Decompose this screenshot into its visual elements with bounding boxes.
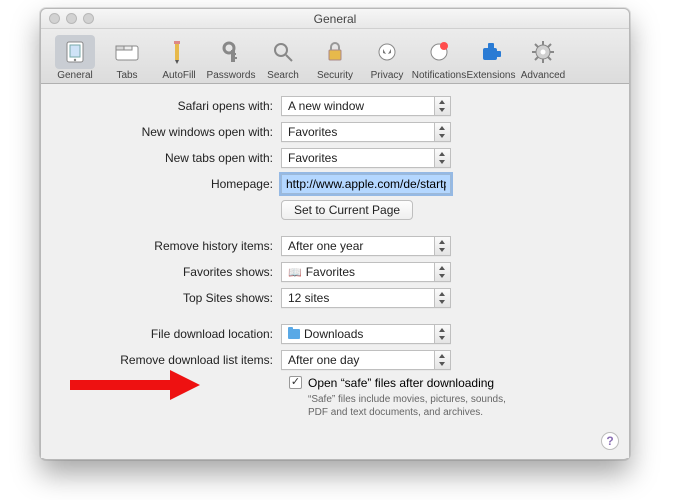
titlebar: General [41, 9, 629, 29]
toolbar-search-tab[interactable]: Search [257, 33, 309, 81]
toolbar-extensions-tab[interactable]: Extensions [465, 33, 517, 81]
window-controls[interactable] [49, 13, 94, 24]
toolbar-label: AutoFill [162, 70, 195, 81]
preferences-window: General General Tabs AutoFill Passwords Sear… [40, 8, 630, 460]
label-new-tabs: New tabs open with: [61, 151, 281, 165]
toolbar-advanced-tab[interactable]: Advanced [517, 33, 569, 81]
close-icon[interactable] [49, 13, 60, 24]
advanced-icon [523, 35, 563, 69]
toolbar-passwords-tab[interactable]: Passwords [205, 33, 257, 81]
label-new-windows: New windows open with: [61, 125, 281, 139]
select-download-list[interactable]: After one day [281, 350, 451, 370]
passwords-icon [211, 35, 251, 69]
select-remove-history[interactable]: After one year [281, 236, 451, 256]
select-top-sites[interactable]: 12 sites [281, 288, 451, 308]
chevron-updown-icon [434, 97, 450, 115]
notifications-icon [419, 35, 459, 69]
content: Safari opens with: A new window New wind… [41, 84, 629, 458]
toolbar-security-tab[interactable]: Security [309, 33, 361, 81]
chevron-updown-icon [434, 123, 450, 141]
privacy-icon [367, 35, 407, 69]
tabs-icon [107, 35, 147, 69]
open-safe-files-description: “Safe” files include movies, pictures, s… [308, 393, 518, 419]
search-icon [263, 35, 303, 69]
toolbar-label: Extensions [467, 70, 516, 81]
toolbar-label: Passwords [207, 70, 256, 81]
extensions-icon [471, 35, 511, 69]
security-icon [315, 35, 355, 69]
open-safe-files-checkbox[interactable] [289, 376, 302, 389]
general-icon [55, 35, 95, 69]
zoom-icon[interactable] [83, 13, 94, 24]
toolbar-privacy-tab[interactable]: Privacy [361, 33, 413, 81]
label-top-sites: Top Sites shows: [61, 291, 281, 305]
select-new-tabs[interactable]: Favorites [281, 148, 451, 168]
autofill-icon [159, 35, 199, 69]
toolbar-label: Search [267, 70, 299, 81]
homepage-input[interactable] [281, 174, 451, 194]
chevron-updown-icon [434, 237, 450, 255]
set-current-page-button[interactable]: Set to Current Page [281, 200, 413, 220]
chevron-updown-icon [434, 351, 450, 369]
toolbar-label: Notifications [412, 70, 466, 81]
open-safe-files-label: Open “safe” files after downloading [308, 376, 518, 390]
toolbar-tabs-tab[interactable]: Tabs [101, 33, 153, 81]
toolbar-label: General [57, 70, 93, 81]
chevron-updown-icon [434, 263, 450, 281]
select-download-location[interactable]: Downloads [281, 324, 451, 344]
folder-icon [288, 329, 300, 339]
toolbar-label: Privacy [371, 70, 404, 81]
toolbar-label: Security [317, 70, 353, 81]
toolbar-autofill-tab[interactable]: AutoFill [153, 33, 205, 81]
label-download-location: File download location: [61, 327, 281, 341]
select-new-windows[interactable]: Favorites [281, 122, 451, 142]
label-homepage: Homepage: [61, 177, 281, 191]
toolbar-general-tab[interactable]: General [49, 33, 101, 81]
label-download-list: Remove download list items: [61, 353, 281, 367]
minimize-icon[interactable] [66, 13, 77, 24]
label-remove-history: Remove history items: [61, 239, 281, 253]
chevron-updown-icon [434, 325, 450, 343]
toolbar: General Tabs AutoFill Passwords Search Securi… [41, 29, 629, 84]
book-icon: 📖 [288, 266, 302, 279]
toolbar-label: Advanced [521, 70, 565, 81]
label-opens-with: Safari opens with: [61, 99, 281, 113]
select-favorites-shows[interactable]: 📖 Favorites [281, 262, 451, 282]
chevron-updown-icon [434, 289, 450, 307]
toolbar-label: Tabs [116, 70, 137, 81]
toolbar-notifications-tab[interactable]: Notifications [413, 33, 465, 81]
window-title: General [314, 12, 357, 26]
select-opens-with[interactable]: A new window [281, 96, 451, 116]
label-favorites-shows: Favorites shows: [61, 265, 281, 279]
chevron-updown-icon [434, 149, 450, 167]
help-button[interactable]: ? [601, 432, 619, 450]
